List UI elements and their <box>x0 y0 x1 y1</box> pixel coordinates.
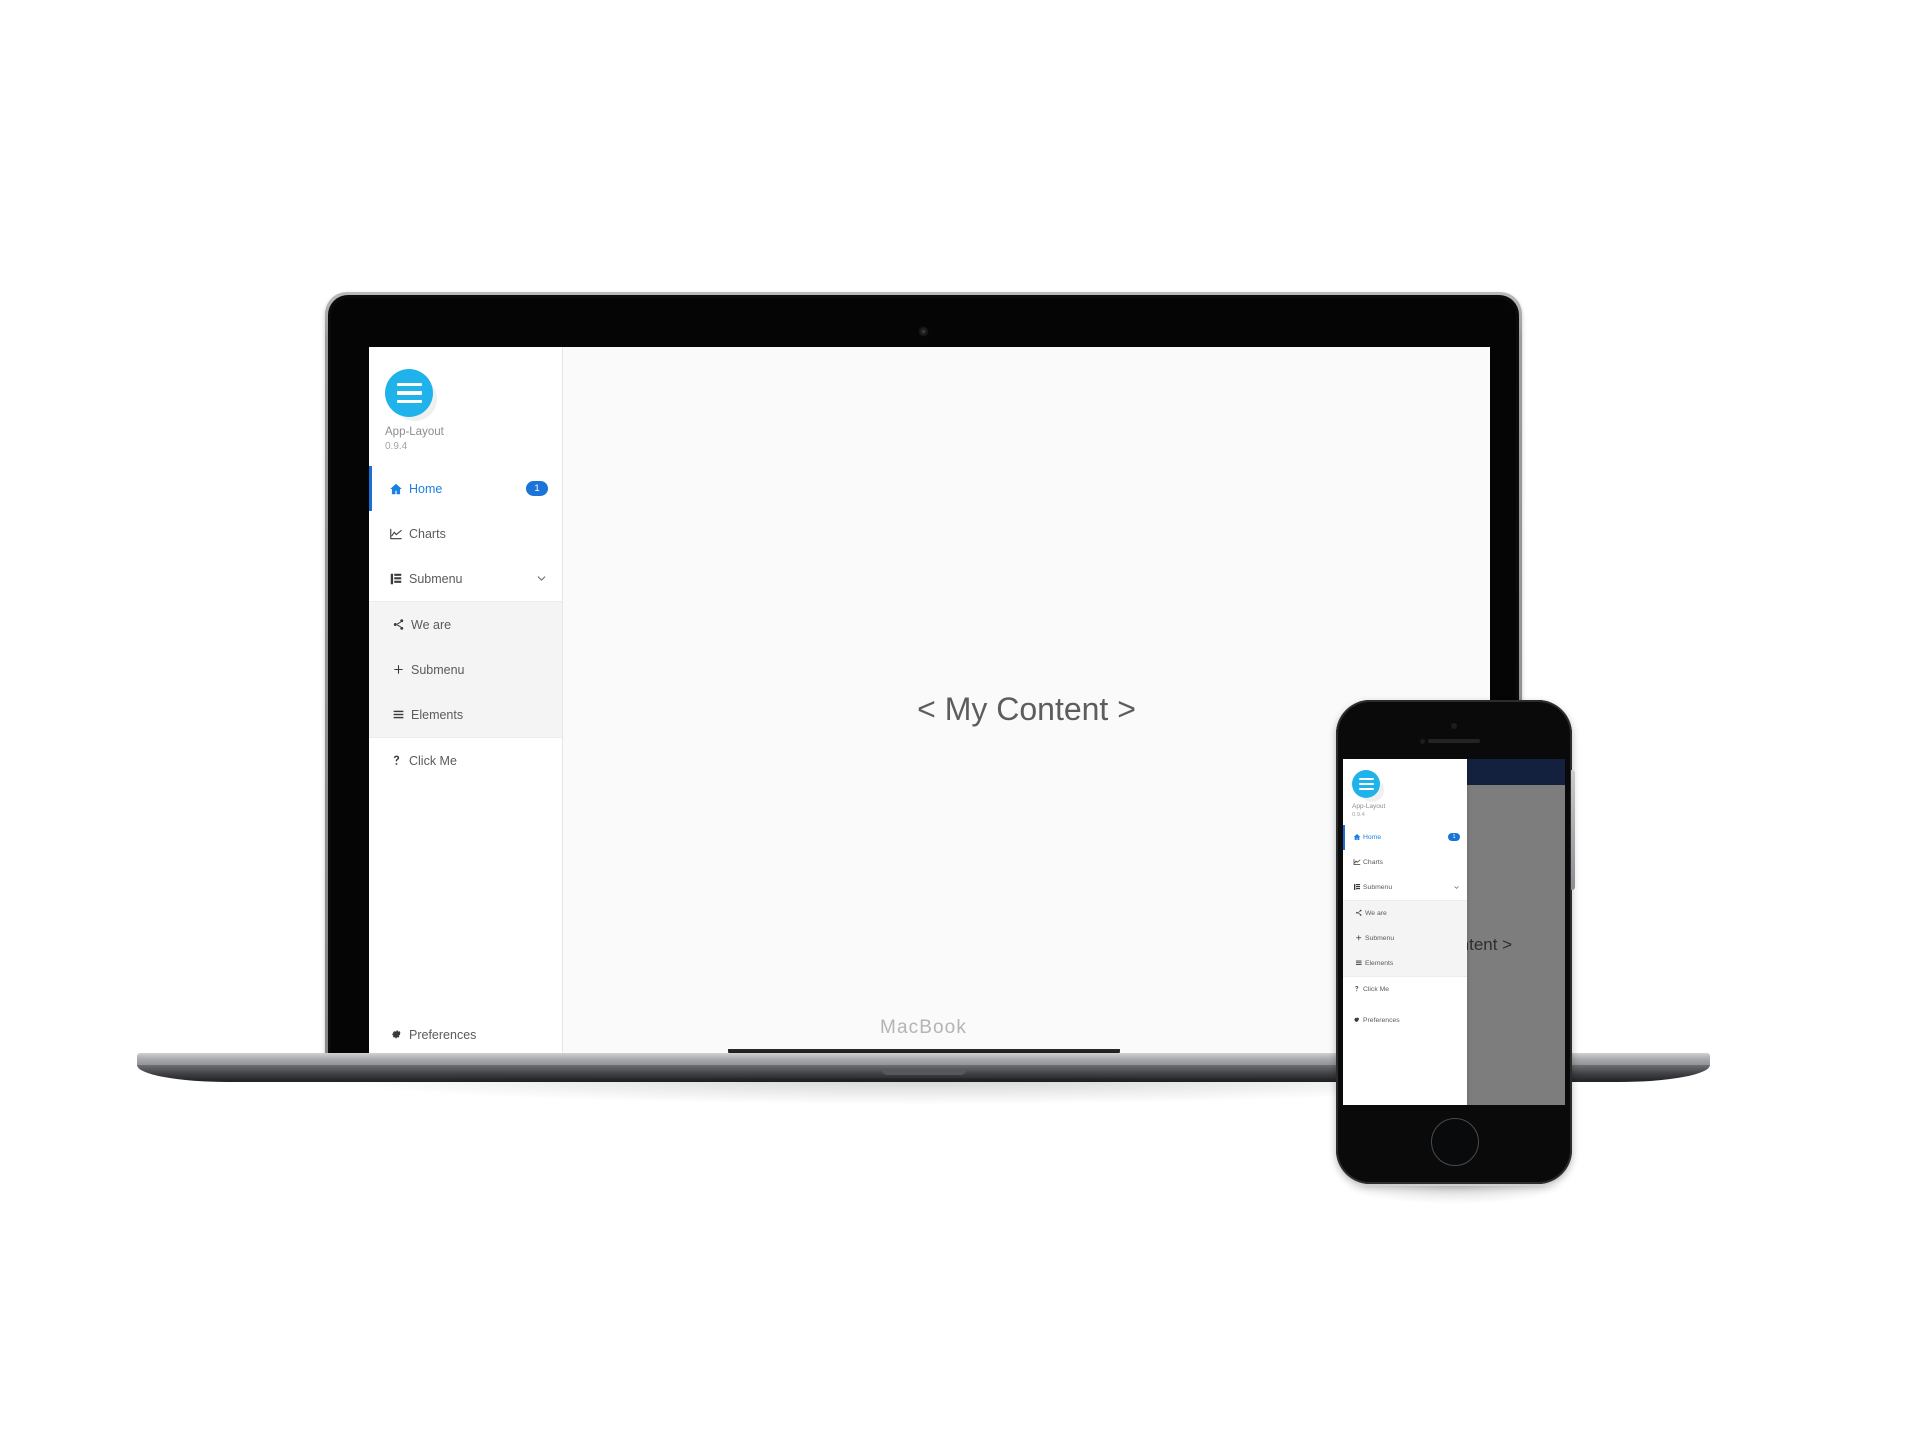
mobile-sidebar-item-submenu-toggle[interactable]: Submenu <box>1343 875 1467 900</box>
hamburger-icon <box>1353 959 1365 967</box>
primary-nav: Home 1 Charts Submenu We are Submenu Ele… <box>369 466 562 783</box>
app-layout-desktop: App-Layout 0.9.4 Home 1 Charts Submenu W… <box>369 347 1490 1071</box>
chart-line-icon <box>1351 858 1363 866</box>
brand-block: App-Layout 0.9.4 <box>369 347 562 452</box>
mobile-drawer: App-Layout 0.9.4 Home 1 Charts Submenu W… <box>1343 759 1467 1105</box>
chevron-down-icon[interactable] <box>535 572 548 585</box>
sidebar-item-submenu-toggle-label: Submenu <box>409 571 463 586</box>
mobile-brand-version: 0.9.4 <box>1352 811 1365 818</box>
phone-shadow <box>1342 1186 1566 1204</box>
hamburger-menu-logo-icon[interactable] <box>1352 770 1380 798</box>
phone-side-button <box>1571 770 1575 890</box>
sidebar-item-we-are-label: We are <box>411 617 452 632</box>
phone-sensor-icon <box>1420 739 1425 744</box>
sidebar-item-home-label: Home <box>409 481 443 496</box>
app-layout-mobile: < My Content > App-Layout 0.9.4 <box>1343 759 1565 1105</box>
laptop-base-notch <box>881 1070 966 1075</box>
logo-bar-2 <box>396 391 422 395</box>
sidebar-item-elements-label: Elements <box>411 707 464 722</box>
mobile-sidebar-item-we-are[interactable]: We are <box>1343 901 1467 926</box>
mobile-sidebar-item-home[interactable]: Home 1 <box>1343 824 1467 850</box>
laptop-screen: App-Layout 0.9.4 Home 1 Charts Submenu W… <box>369 347 1490 1071</box>
list-layers-icon <box>385 572 407 586</box>
mobile-sidebar-item-elements-label: Elements <box>1365 959 1394 967</box>
hamburger-icon <box>387 708 409 721</box>
mobile-sidebar-item-submenu-child-label: Submenu <box>1365 934 1395 942</box>
mobile-sidebar-item-home-label: Home <box>1363 833 1382 841</box>
mobile-sidebar-item-submenu-toggle-label: Submenu <box>1363 883 1393 891</box>
sidebar-item-home[interactable]: Home 1 <box>369 466 562 511</box>
mobile-sidebar-item-submenu-child[interactable]: Submenu <box>1343 926 1467 951</box>
sidebar-item-we-are[interactable]: We are <box>369 602 562 647</box>
list-layers-icon <box>1351 883 1363 891</box>
logo-bar-3 <box>1358 788 1374 791</box>
gear-icon <box>1351 1016 1363 1024</box>
sidebar-item-submenu-child[interactable]: Submenu <box>369 647 562 692</box>
mobile-sidebar-item-elements[interactable]: Elements <box>1343 951 1467 976</box>
submenu-group: We are Submenu Elements <box>369 601 562 738</box>
home-badge: 1 <box>526 481 548 496</box>
webcam-icon <box>920 328 927 335</box>
logo-bar-1 <box>396 382 422 387</box>
mobile-brand-block: App-Layout 0.9.4 <box>1343 759 1467 818</box>
iphone-device: < My Content > App-Layout 0.9.4 <box>1336 700 1575 1204</box>
mobile-sidebar-item-preferences[interactable]: Preferences <box>1343 1008 1467 1033</box>
brand-version: 0.9.4 <box>385 441 408 452</box>
sidebar-item-charts[interactable]: Charts <box>369 511 562 556</box>
sidebar-item-submenu-toggle[interactable]: Submenu <box>369 556 562 601</box>
share-icon <box>1353 909 1365 917</box>
home-icon <box>1351 833 1363 841</box>
sidebar: App-Layout 0.9.4 Home 1 Charts Submenu W… <box>369 347 563 1071</box>
chevron-down-icon[interactable] <box>1453 884 1460 891</box>
phone-screen: < My Content > App-Layout 0.9.4 <box>1343 759 1565 1105</box>
mobile-submenu-group: We are Submenu Elements <box>1343 899 1467 977</box>
sidebar-item-click-me[interactable]: Click Me <box>369 738 562 783</box>
phone-front-camera-icon <box>1451 723 1457 729</box>
plus-icon <box>387 663 409 676</box>
sidebar-item-submenu-child-label: Submenu <box>411 662 465 677</box>
sidebar-item-charts-label: Charts <box>409 526 446 541</box>
mobile-sidebar-item-preferences-label: Preferences <box>1363 1016 1400 1024</box>
main-content-text: < My Content > <box>917 690 1136 727</box>
hamburger-menu-logo-icon[interactable] <box>385 369 433 417</box>
mobile-primary-nav: Home 1 Charts Submenu We are Submenu Ele… <box>1343 824 1467 1033</box>
mobile-sidebar-item-we-are-label: We are <box>1365 909 1387 917</box>
share-icon <box>387 618 409 631</box>
sidebar-item-click-me-label: Click Me <box>409 753 457 768</box>
mockup-scene: App-Layout 0.9.4 Home 1 Charts Submenu W… <box>0 0 1920 1440</box>
mobile-sidebar-item-charts-label: Charts <box>1363 858 1384 866</box>
phone-home-button[interactable] <box>1431 1118 1479 1166</box>
mobile-sidebar-item-click-me-label: Click Me <box>1363 985 1390 993</box>
plus-icon <box>1353 934 1365 942</box>
mobile-sidebar-item-click-me[interactable]: Click Me <box>1343 977 1467 1002</box>
brand-name: App-Layout <box>385 426 444 438</box>
home-icon <box>385 482 407 496</box>
logo-bar-3 <box>396 399 422 404</box>
chart-line-icon <box>385 527 407 541</box>
question-mark-icon <box>1351 985 1363 993</box>
mobile-home-badge: 1 <box>1448 833 1460 841</box>
mobile-brand-name: App-Layout <box>1352 803 1386 810</box>
sidebar-item-elements[interactable]: Elements <box>369 692 562 737</box>
mobile-sidebar-item-charts[interactable]: Charts <box>1343 850 1467 875</box>
question-mark-icon <box>385 754 407 767</box>
logo-bar-2 <box>1358 782 1374 786</box>
phone-speaker-grille <box>1428 739 1480 743</box>
logo-bar-1 <box>1358 777 1374 780</box>
